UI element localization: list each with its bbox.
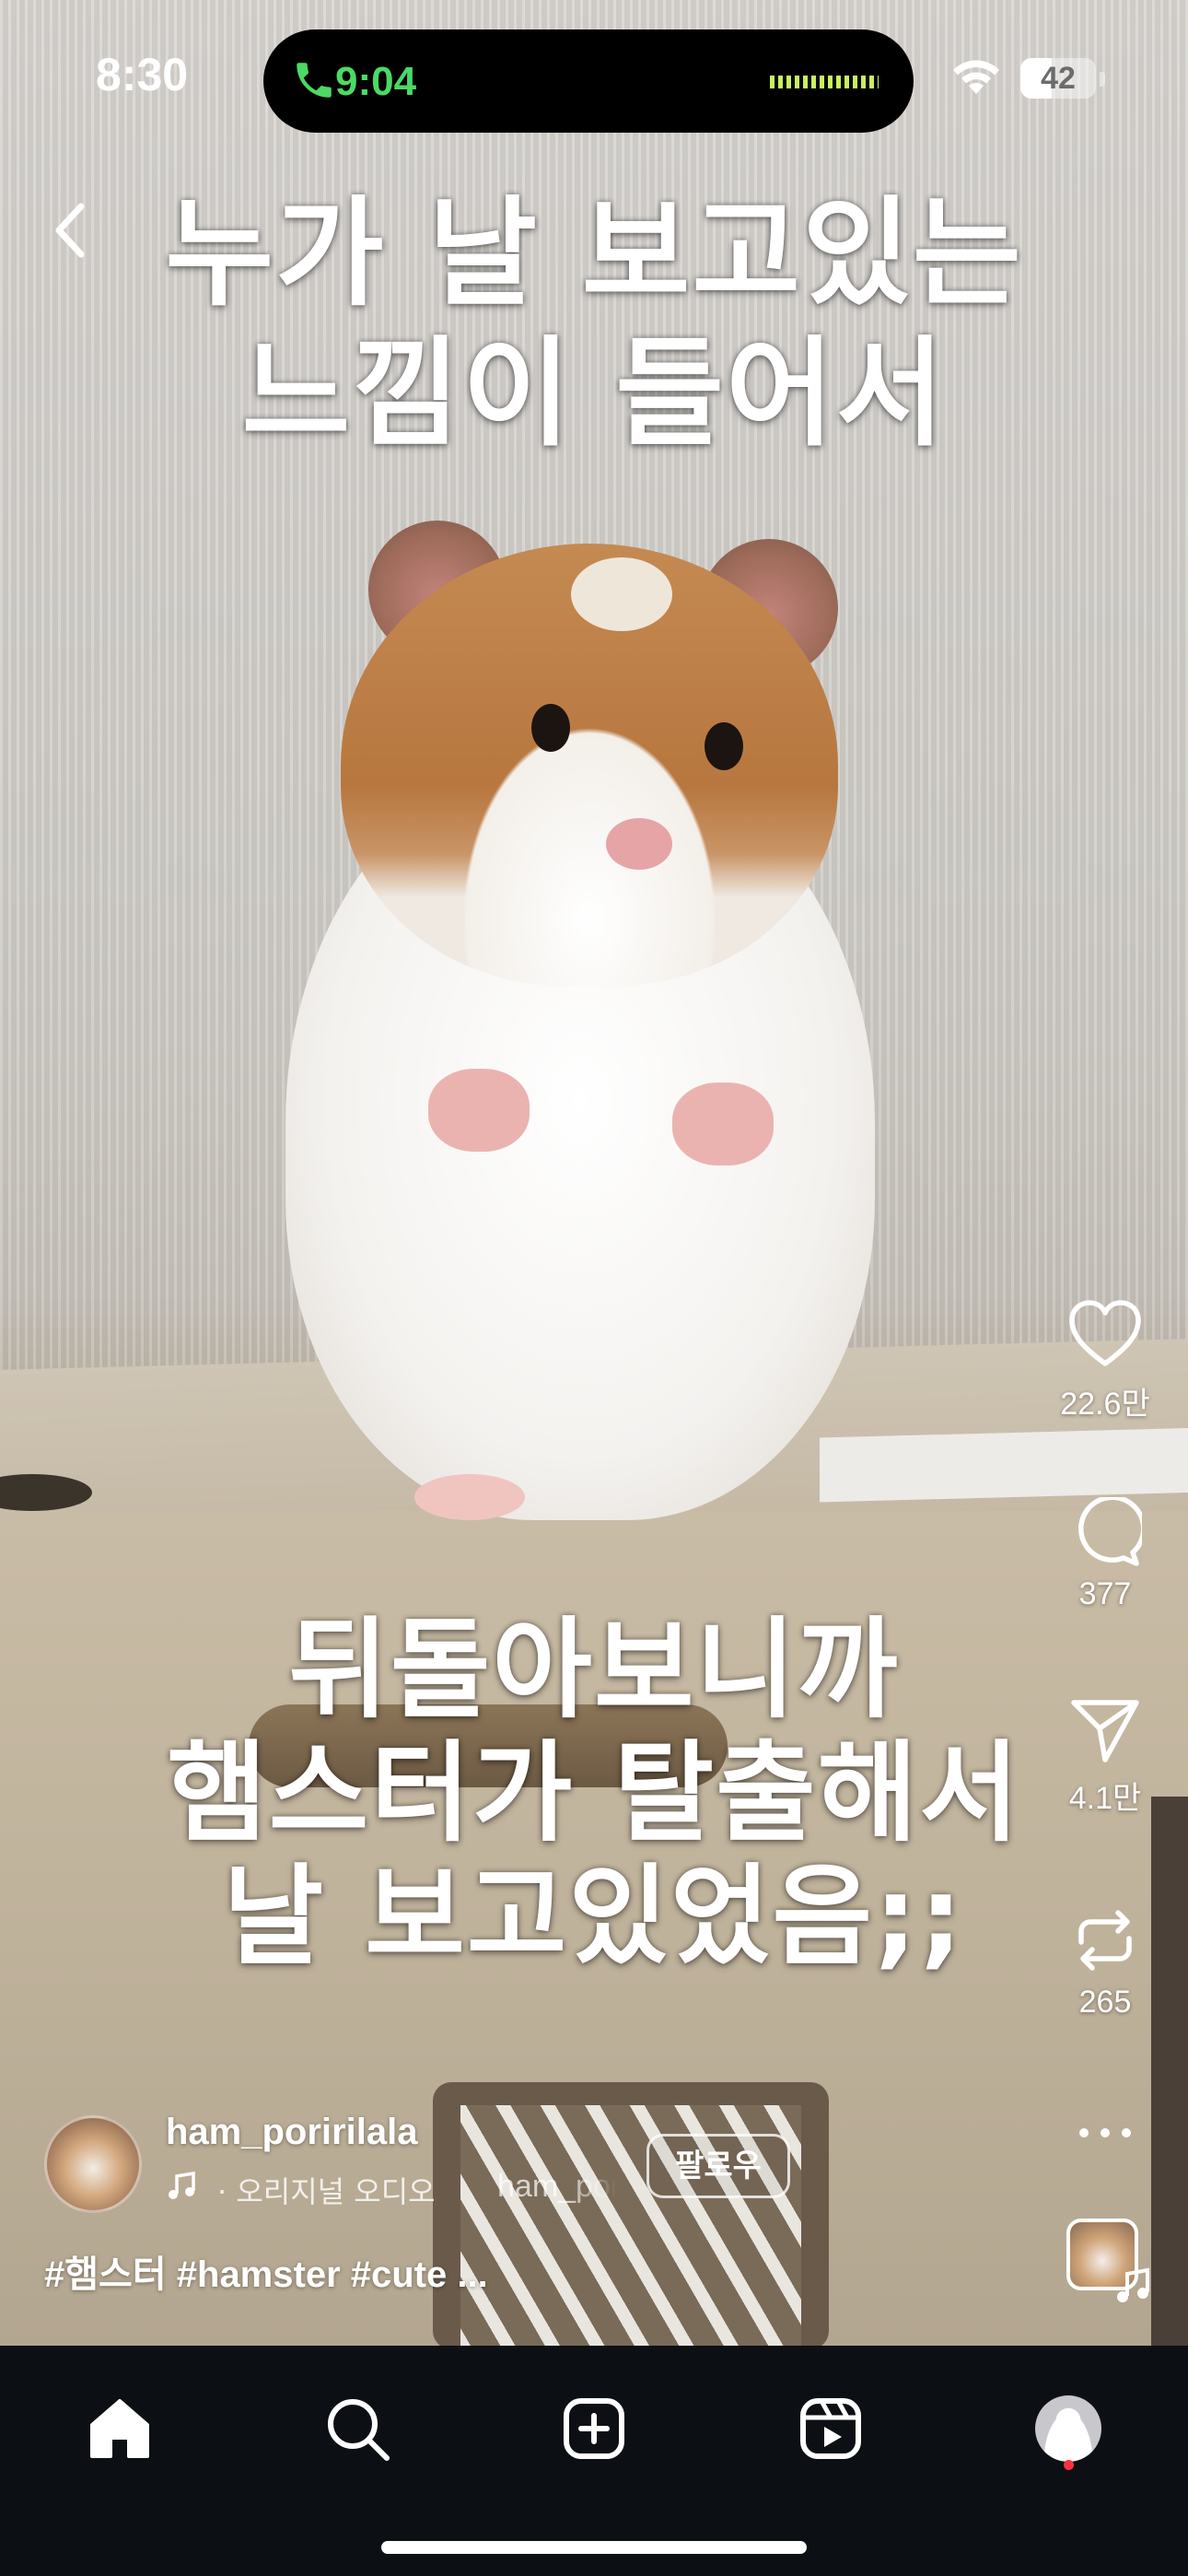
battery-indicator: 42 <box>1020 58 1096 99</box>
share-button[interactable]: 4.1만 <box>1050 1695 1160 1818</box>
battery-level: 42 <box>1041 61 1076 96</box>
tab-profile[interactable] <box>1035 2395 1101 2462</box>
desk-card <box>820 1427 1188 1503</box>
share-count: 4.1만 <box>1068 1781 1142 1816</box>
comment-count: 377 <box>1078 1576 1132 1611</box>
repost-count: 265 <box>1078 1985 1132 2020</box>
like-button[interactable]: 22.6만 <box>1050 1297 1160 1423</box>
audio-label: · 오리지널 오디오 <box>217 2174 436 2209</box>
author-username[interactable]: ham_poririlala <box>166 2112 417 2153</box>
hamster-blaze <box>571 557 672 631</box>
status-bar: 8:30 9:04 42 <box>0 0 1188 157</box>
more-icon[interactable] <box>1073 2119 1137 2147</box>
caption-top-line: 누가 날 보고있는 <box>165 185 1023 322</box>
caption-top-line: 느낌이 들어서 <box>241 325 947 463</box>
repost-icon <box>1078 1910 1132 1971</box>
video-caption-bottom: 뒤돌아보니까 햄스터가 탈출해서 날 보고있었음;; <box>0 1608 1188 1978</box>
audio-marquee: ham_poririlala <box>497 2169 617 2204</box>
search-icon <box>328 2399 390 2461</box>
like-count: 22.6만 <box>1060 1387 1150 1422</box>
hamster-eye-right <box>705 722 743 770</box>
repost-button[interactable]: 265 <box>1050 1903 1160 2020</box>
audio-waveform-icon <box>770 76 879 88</box>
reels-icon <box>800 2398 861 2459</box>
create-icon <box>564 2398 624 2459</box>
author-avatar[interactable] <box>44 2115 142 2213</box>
music-note-icon <box>169 2171 195 2199</box>
caption-bottom-line: 햄스터가 탈출해서 <box>167 1729 1021 1856</box>
music-note-icon <box>1117 2267 1149 2302</box>
tab-search[interactable] <box>320 2392 394 2465</box>
hamster-eye-left <box>531 704 570 752</box>
tab-reels[interactable] <box>794 2392 868 2465</box>
call-timer: 9:04 <box>335 59 417 104</box>
hamster-nose <box>606 818 672 870</box>
home-indicator[interactable] <box>381 2541 807 2554</box>
hamster-feet <box>414 1474 525 1520</box>
caption-bottom-line: 날 보고있었음;; <box>223 1853 965 1980</box>
caption-bottom-line: 뒤돌아보니까 <box>288 1606 900 1733</box>
hamster-paw-right <box>672 1083 774 1165</box>
tab-create[interactable] <box>557 2392 631 2465</box>
post-caption[interactable]: #햄스터 #hamster #cute ... <box>44 2244 488 2298</box>
send-icon <box>1071 1700 1139 1762</box>
tab-home[interactable] <box>83 2392 157 2465</box>
heart-icon <box>1069 1300 1141 1366</box>
status-time: 8:30 <box>96 49 189 100</box>
notification-dot <box>1064 2460 1074 2470</box>
wifi-icon <box>953 60 999 94</box>
phone-icon <box>297 63 332 98</box>
video-caption-top: 누가 날 보고있는 느낌이 들어서 <box>0 184 1188 464</box>
dynamic-island[interactable]: 9:04 <box>263 29 914 133</box>
hamster-paw-left <box>428 1069 530 1152</box>
home-icon <box>90 2399 149 2458</box>
battery-cap <box>1100 72 1105 87</box>
comment-icon <box>1078 1497 1142 1566</box>
audio-row[interactable]: · 오리지널 오디오 ham_poririlala <box>166 2165 626 2209</box>
comment-button[interactable]: 377 <box>1050 1497 1160 1612</box>
follow-button[interactable]: 팔로우 <box>646 2134 790 2198</box>
reel-video[interactable]: 누가 날 보고있는 느낌이 들어서 뒤돌아보니까 햄스터가 탈출해서 날 보고있… <box>0 0 1188 2346</box>
back-chevron-icon[interactable] <box>42 193 98 267</box>
